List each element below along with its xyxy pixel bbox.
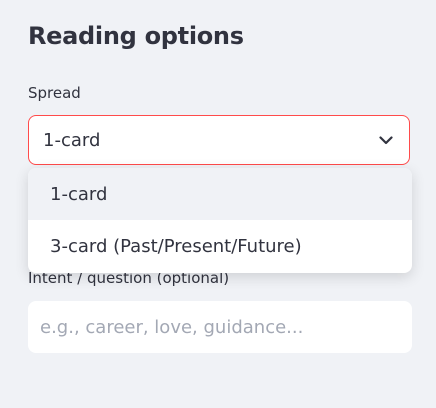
chevron-down-icon[interactable] (377, 131, 395, 149)
reading-options-panel: Reading options Spread 1-card Intent / q… (0, 0, 436, 408)
spread-option-3-card[interactable]: 3-card (Past/Present/Future) (28, 220, 412, 272)
panel-heading: Reading options (28, 22, 244, 50)
spread-select-value: 1-card (43, 129, 101, 151)
spread-option-1-card[interactable]: 1-card (28, 168, 412, 220)
intent-input[interactable] (28, 301, 412, 353)
spread-select[interactable]: 1-card (28, 115, 410, 165)
spread-label: Spread (28, 84, 81, 102)
spread-dropdown-menu: 1-card 3-card (Past/Present/Future) (28, 168, 412, 273)
